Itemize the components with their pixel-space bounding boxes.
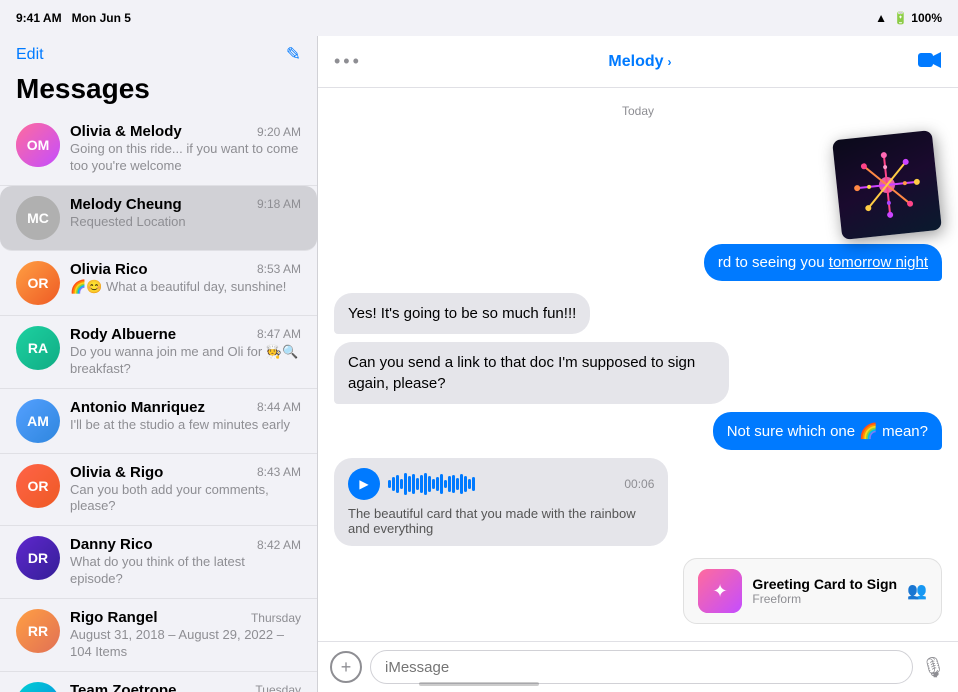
contact-name[interactable]: Melody › <box>608 53 671 71</box>
chat-input-bar: + 🎙 <box>318 641 958 692</box>
list-item[interactable]: OM Olivia & Melody 9:20 AM Going on this… <box>0 113 317 186</box>
conv-content: Antonio Manriquez 8:44 AM I'll be at the… <box>70 399 301 434</box>
message-bubble-sent: rd to seeing you tomorrow night <box>704 244 942 281</box>
list-item[interactable]: TZ 6 Team Zoetrope Tuesday Link: "Soapbo… <box>0 672 317 692</box>
status-time: 9:41 AM Mon Jun 5 <box>16 11 131 25</box>
status-indicators: ▲ 🔋 100% <box>875 11 942 25</box>
play-button[interactable]: ▶ <box>348 468 380 500</box>
message-input[interactable] <box>370 650 913 684</box>
avatar: AM <box>16 399 60 443</box>
svg-text:RA: RA <box>28 340 48 356</box>
share-card-action-icon: 👥 <box>907 581 927 601</box>
avatar: OR <box>16 261 60 305</box>
video-call-icon[interactable] <box>918 49 942 75</box>
compose-icon[interactable]: ✎ <box>286 44 301 65</box>
chat-messages: Today <box>318 88 958 641</box>
battery-icon: 🔋 100% <box>893 11 942 25</box>
avatar: RA <box>16 326 60 370</box>
chat-area: ••• Melody › Today <box>318 36 958 692</box>
svg-text:AM: AM <box>27 413 49 429</box>
conv-content: Olivia & Melody 9:20 AM Going on this ri… <box>70 123 301 175</box>
sidebar-title: Messages <box>0 69 317 113</box>
home-indicator <box>419 682 539 686</box>
avatar: DR <box>16 536 60 580</box>
add-attachment-button[interactable]: + <box>330 651 362 683</box>
sidebar-header: Edit ✎ <box>0 36 317 69</box>
header-dots: ••• <box>334 51 362 72</box>
list-item[interactable]: RA Rody Albuerne 8:47 AM Do you wanna jo… <box>0 316 317 389</box>
svg-text:DR: DR <box>28 550 48 566</box>
conversation-list: OM Olivia & Melody 9:20 AM Going on this… <box>0 113 317 692</box>
list-item[interactable]: DR Danny Rico 8:42 AM What do you think … <box>0 526 317 599</box>
svg-text:RR: RR <box>28 623 48 639</box>
microphone-icon[interactable]: 🎙 <box>921 655 946 680</box>
share-card-title: Greeting Card to Sign <box>752 576 897 592</box>
message-bubble-received: Yes! It's going to be so much fun!!! <box>334 293 590 334</box>
conv-content: Danny Rico 8:42 AM What do you think of … <box>70 536 301 588</box>
edit-button[interactable]: Edit <box>16 46 44 64</box>
sidebar: Edit ✎ Messages OM Olivia & Melody 9:20 … <box>0 36 318 692</box>
msg-row: rd to seeing you tomorrow night <box>334 130 942 281</box>
conv-content: Team Zoetrope Tuesday Link: "Soapbox Der… <box>70 682 301 692</box>
avatar: TZ 6 <box>16 682 60 692</box>
message-bubble-received: Can you send a link to that doc I'm supp… <box>334 342 729 404</box>
msg-row: ▶ <box>334 458 942 546</box>
list-item[interactable]: OR Olivia Rico 8:53 AM 🌈😊 What a beautif… <box>0 251 317 316</box>
avatar: RR <box>16 609 60 653</box>
conv-content: Melody Cheung 9:18 AM Requested Location <box>70 196 301 231</box>
conv-content: Olivia & Rigo 8:43 AM Can you both add y… <box>70 464 301 516</box>
svg-text:✦: ✦ <box>713 581 728 601</box>
waveform <box>388 472 616 496</box>
audio-caption: The beautiful card that you made with th… <box>348 506 654 536</box>
conv-content: Olivia Rico 8:53 AM 🌈😊 What a beautiful … <box>70 261 301 296</box>
avatar: OR <box>16 464 60 508</box>
list-item[interactable]: RR Rigo Rangel Thursday August 31, 2018 … <box>0 599 317 672</box>
list-item-active[interactable]: MC Melody Cheung 9:18 AM Requested Locat… <box>0 186 317 251</box>
list-item[interactable]: OR Olivia & Rigo 8:43 AM Can you both ad… <box>0 454 317 527</box>
msg-row: ✦ Greeting Card to Sign Freeform 👥 <box>334 558 942 624</box>
audio-message: ▶ <box>334 458 668 546</box>
wifi-icon: ▲ <box>875 11 887 25</box>
message-bubble-sent: Not sure which one 🌈 mean? <box>713 412 942 450</box>
msg-row: Can you send a link to that doc I'm supp… <box>334 342 942 404</box>
share-card-icon: ✦ <box>698 569 742 613</box>
list-item[interactable]: AM Antonio Manriquez 8:44 AM I'll be at … <box>0 389 317 454</box>
chat-header: ••• Melody › <box>318 36 958 88</box>
main-layout: Edit ✎ Messages OM Olivia & Melody 9:20 … <box>0 36 958 692</box>
svg-text:OR: OR <box>28 275 49 291</box>
msg-row: Yes! It's going to be so much fun!!! <box>334 293 942 334</box>
share-card-info: Greeting Card to Sign Freeform <box>752 576 897 606</box>
chevron-right-icon: › <box>668 55 672 69</box>
svg-text:OM: OM <box>27 137 50 153</box>
svg-text:OR: OR <box>28 478 49 494</box>
photo-card <box>832 130 942 240</box>
status-bar: 9:41 AM Mon Jun 5 ▲ 🔋 100% <box>0 0 958 36</box>
svg-text:MC: MC <box>27 210 49 226</box>
conv-content: Rigo Rangel Thursday August 31, 2018 – A… <box>70 609 301 661</box>
avatar: MC <box>16 196 60 240</box>
msg-row: Not sure which one 🌈 mean? <box>334 412 942 450</box>
share-card-subtitle: Freeform <box>752 592 897 606</box>
audio-duration: 00:06 <box>624 477 654 491</box>
avatar: OM <box>16 123 60 167</box>
share-card[interactable]: ✦ Greeting Card to Sign Freeform 👥 <box>683 558 942 624</box>
conv-content: Rody Albuerne 8:47 AM Do you wanna join … <box>70 326 301 378</box>
date-label: Today <box>334 104 942 118</box>
